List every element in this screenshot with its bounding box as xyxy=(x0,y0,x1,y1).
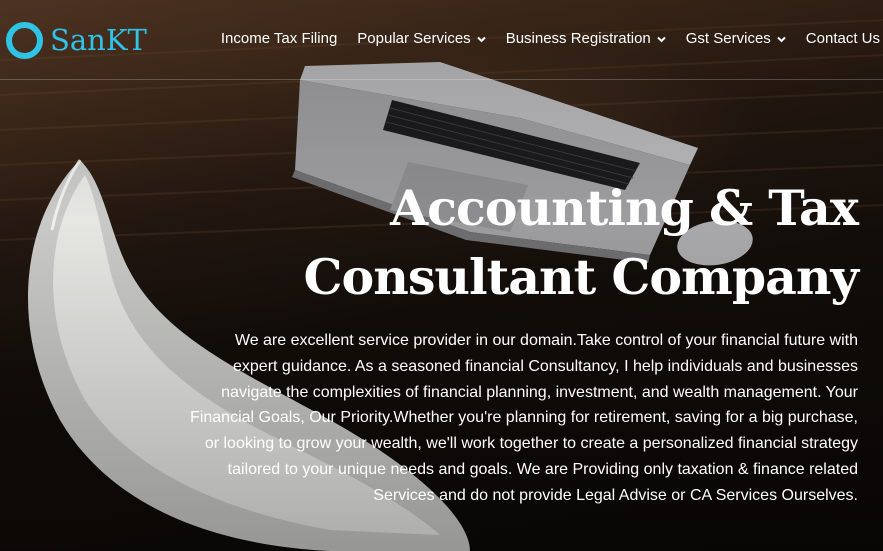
nav-item-gst-services[interactable]: Gst Services xyxy=(686,29,786,49)
hero-headline-line-1: Accounting & Tax xyxy=(390,179,859,237)
nav-item-label: Contact Us xyxy=(805,30,880,47)
chevron-down-icon xyxy=(657,36,666,42)
nav-item-label: Popular Services xyxy=(357,30,471,47)
hero-headline: Accounting & Tax Consultant Company xyxy=(303,174,859,312)
nav-item-popular-services[interactable]: Popular Services xyxy=(357,29,486,49)
nav-item-business-registration[interactable]: Business Registration xyxy=(506,29,666,49)
top-navbar: SanKT Income Tax Filing Popular Services… xyxy=(0,0,883,80)
hero-headline-line-2: Consultant Company xyxy=(303,248,859,306)
nav-item-label: Income Tax Filing xyxy=(220,30,338,47)
brand-name: SanKT xyxy=(50,23,147,57)
nav-item-contact-us[interactable]: Contact Us xyxy=(806,29,880,49)
chevron-down-icon xyxy=(476,36,486,42)
hero-description: We are excellent service provider in our… xyxy=(190,332,858,504)
nav-item-label: Business Registration xyxy=(505,30,651,47)
nav-item-income-tax-filing[interactable]: Income Tax Filing xyxy=(221,29,337,49)
chevron-down-icon xyxy=(777,36,786,42)
nav-item-label: Gst Services xyxy=(685,30,771,47)
ring-logo-icon xyxy=(6,21,43,59)
brand-logo-link[interactable]: SanKT xyxy=(6,20,147,60)
main-nav: Income Tax Filing Popular Services Busin… xyxy=(221,29,880,49)
